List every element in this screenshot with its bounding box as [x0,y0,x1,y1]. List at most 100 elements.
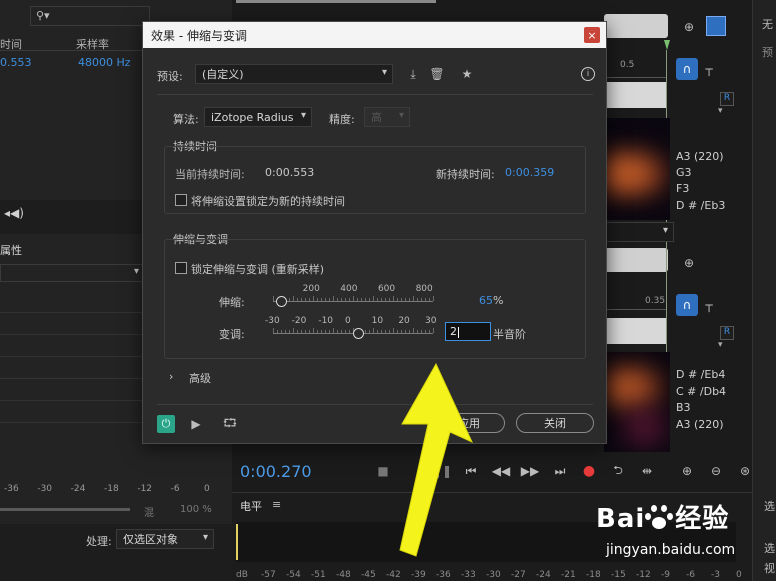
pitch-slider[interactable]: -30 -20 -10 0 10 20 30 [265,316,436,340]
preview-play-icon[interactable]: ▶ [185,413,207,435]
algorithm-value: iZotope Radius [211,110,294,124]
level-right-label-2: 选 [764,542,775,555]
channel-r-badge-2[interactable]: R [720,326,734,340]
skip-end-icon[interactable]: ⏭ [549,460,571,482]
db-tick-label: -39 [411,570,426,580]
zoom-strip-top[interactable] [604,14,668,38]
fast-forward-icon[interactable]: ▶▶ [519,460,541,482]
precision-label: 精度: [329,113,355,126]
pitch-slider-tick-label: 10 [371,316,384,326]
stretch-slider-knob[interactable] [276,296,287,307]
zoom-reset-icon[interactable]: ⊛ [734,460,756,482]
advanced-chevron-icon[interactable]: › [169,370,173,383]
delete-preset-icon[interactable]: 🗑 [426,63,448,85]
spectrogram-top[interactable] [604,118,670,220]
stretch-slider-tick [325,298,326,301]
pitch-slider-tick [369,330,370,333]
zoom-strip-bottom[interactable] [604,248,668,272]
yellow-arrow-annotation [399,362,474,557]
level-title: 电平 [240,500,262,513]
stretch-slider-tick [409,298,410,301]
stretch-slider-tick [301,298,302,301]
info-icon[interactable]: i [577,63,599,85]
search-field[interactable] [30,6,150,26]
pitch-slider-tick [417,330,418,333]
db-tick-label: -51 [311,570,326,580]
spectral-view-button[interactable] [706,16,726,36]
spectrogram-bottom[interactable] [604,352,670,452]
pitch-slider-tick [289,330,290,333]
pitch-slider-tick [333,328,334,333]
favorite-star-icon[interactable]: ★ [456,63,478,85]
algorithm-dropdown[interactable]: iZotope Radius ▾ [204,107,312,127]
mixer-ruler-label: -6 [170,484,180,494]
pitch-slider-tick-label: -30 [265,316,280,326]
loop-icon[interactable]: ⮌ [607,460,629,482]
channel-r-badge[interactable]: R [720,92,734,106]
new-duration-value[interactable]: 0:00.359 [505,166,554,179]
download-preset-icon[interactable]: ⤓ [402,63,424,85]
precision-dropdown[interactable]: 高 ▾ [364,107,410,127]
pitch-input-value: 2 [450,325,457,338]
editor-dropdown[interactable]: ▾ [604,222,674,242]
lock-stretch-checkbox[interactable] [175,262,187,274]
advanced-toggle[interactable]: 高级 [189,370,211,386]
note-bottom-0: D # /Eb4 [676,368,726,381]
pitch-slider-tick [421,330,422,333]
pitch-slider-tick [297,330,298,333]
dialog-titlebar[interactable]: 效果 - 伸缩与变调 × [143,22,606,48]
zoom-in-icon[interactable]: ⊕ [676,460,698,482]
new-duration-label: 新持续时间: [436,168,495,181]
db-tick-label: -6 [686,570,695,580]
zoom-target-icon[interactable]: ⊕ [678,16,700,38]
db-tick-label: -12 [636,570,651,580]
file-samplerate[interactable]: 48000 Hz [78,56,131,69]
stretch-slider-tick [393,296,394,301]
zoom-out-icon[interactable]: ⊖ [705,460,727,482]
mixer-percent[interactable]: 100 % [180,504,212,515]
file-duration[interactable]: 0.553 [0,56,32,69]
pitch-input[interactable]: 2 [445,322,491,341]
zoom-target-icon-2[interactable]: ⊕ [678,252,700,274]
process-dropdown[interactable]: 仅选区对象 ▾ [116,529,214,549]
stretch-slider-tick [321,298,322,301]
pitch-slider-tick-label: -20 [291,316,307,326]
stretch-value[interactable]: 65 [479,294,493,307]
preset-dropdown[interactable]: (自定义) ▾ [195,64,393,84]
stretch-slider-tick [333,296,334,301]
skip-selection-icon[interactable]: ⇹ [636,460,658,482]
record-icon[interactable]: ● [578,460,600,482]
stretch-slider-tick [273,296,274,301]
stretch-label: 伸缩: [219,296,245,309]
level-menu-icon[interactable]: ≡ [272,498,281,511]
magnet-icon[interactable]: ∩ [676,58,698,80]
properties-dropdown[interactable]: ▾ [0,264,144,282]
pitch-slider-tick [305,330,306,333]
pitch-slider-tick [381,330,382,333]
pin-icon-2[interactable]: ┬ [698,294,720,316]
time-display[interactable]: 0:00.270 [240,462,312,481]
preset-label: 预设: [157,70,183,83]
stretch-slider-tick [429,298,430,301]
rewind-icon[interactable]: ◀◀ [490,460,512,482]
note-top-1: G3 [676,166,692,179]
mixer-slider[interactable] [0,508,130,511]
stretch-slider-tick [361,298,362,301]
pin-icon[interactable]: ┬ [698,58,720,80]
algorithm-label: 算法: [173,113,199,126]
stretch-slider-tick [313,296,314,301]
mixer-ruler: -36 -30 -24 -18 -12 -6 0 [0,484,220,498]
stretch-slider[interactable]: 200 400 600 800 [273,284,434,308]
stretch-slider-tick [353,296,354,301]
speaker-icon[interactable]: ◂◀) [4,206,24,220]
pitch-slider-knob[interactable] [352,328,364,339]
magnet-icon-2[interactable]: ∩ [676,294,698,316]
power-button[interactable]: ⏻ [157,415,175,433]
close-icon[interactable]: × [584,27,600,43]
pitch-slider-tick-label: -10 [318,316,334,326]
close-button[interactable]: 关闭 [516,413,594,433]
db-tick-label: -36 [436,570,451,580]
level-right-label-3: 视 [764,562,775,575]
loop-preview-icon[interactable]: ⮔ [219,413,241,435]
lock-duration-checkbox[interactable] [175,194,187,206]
